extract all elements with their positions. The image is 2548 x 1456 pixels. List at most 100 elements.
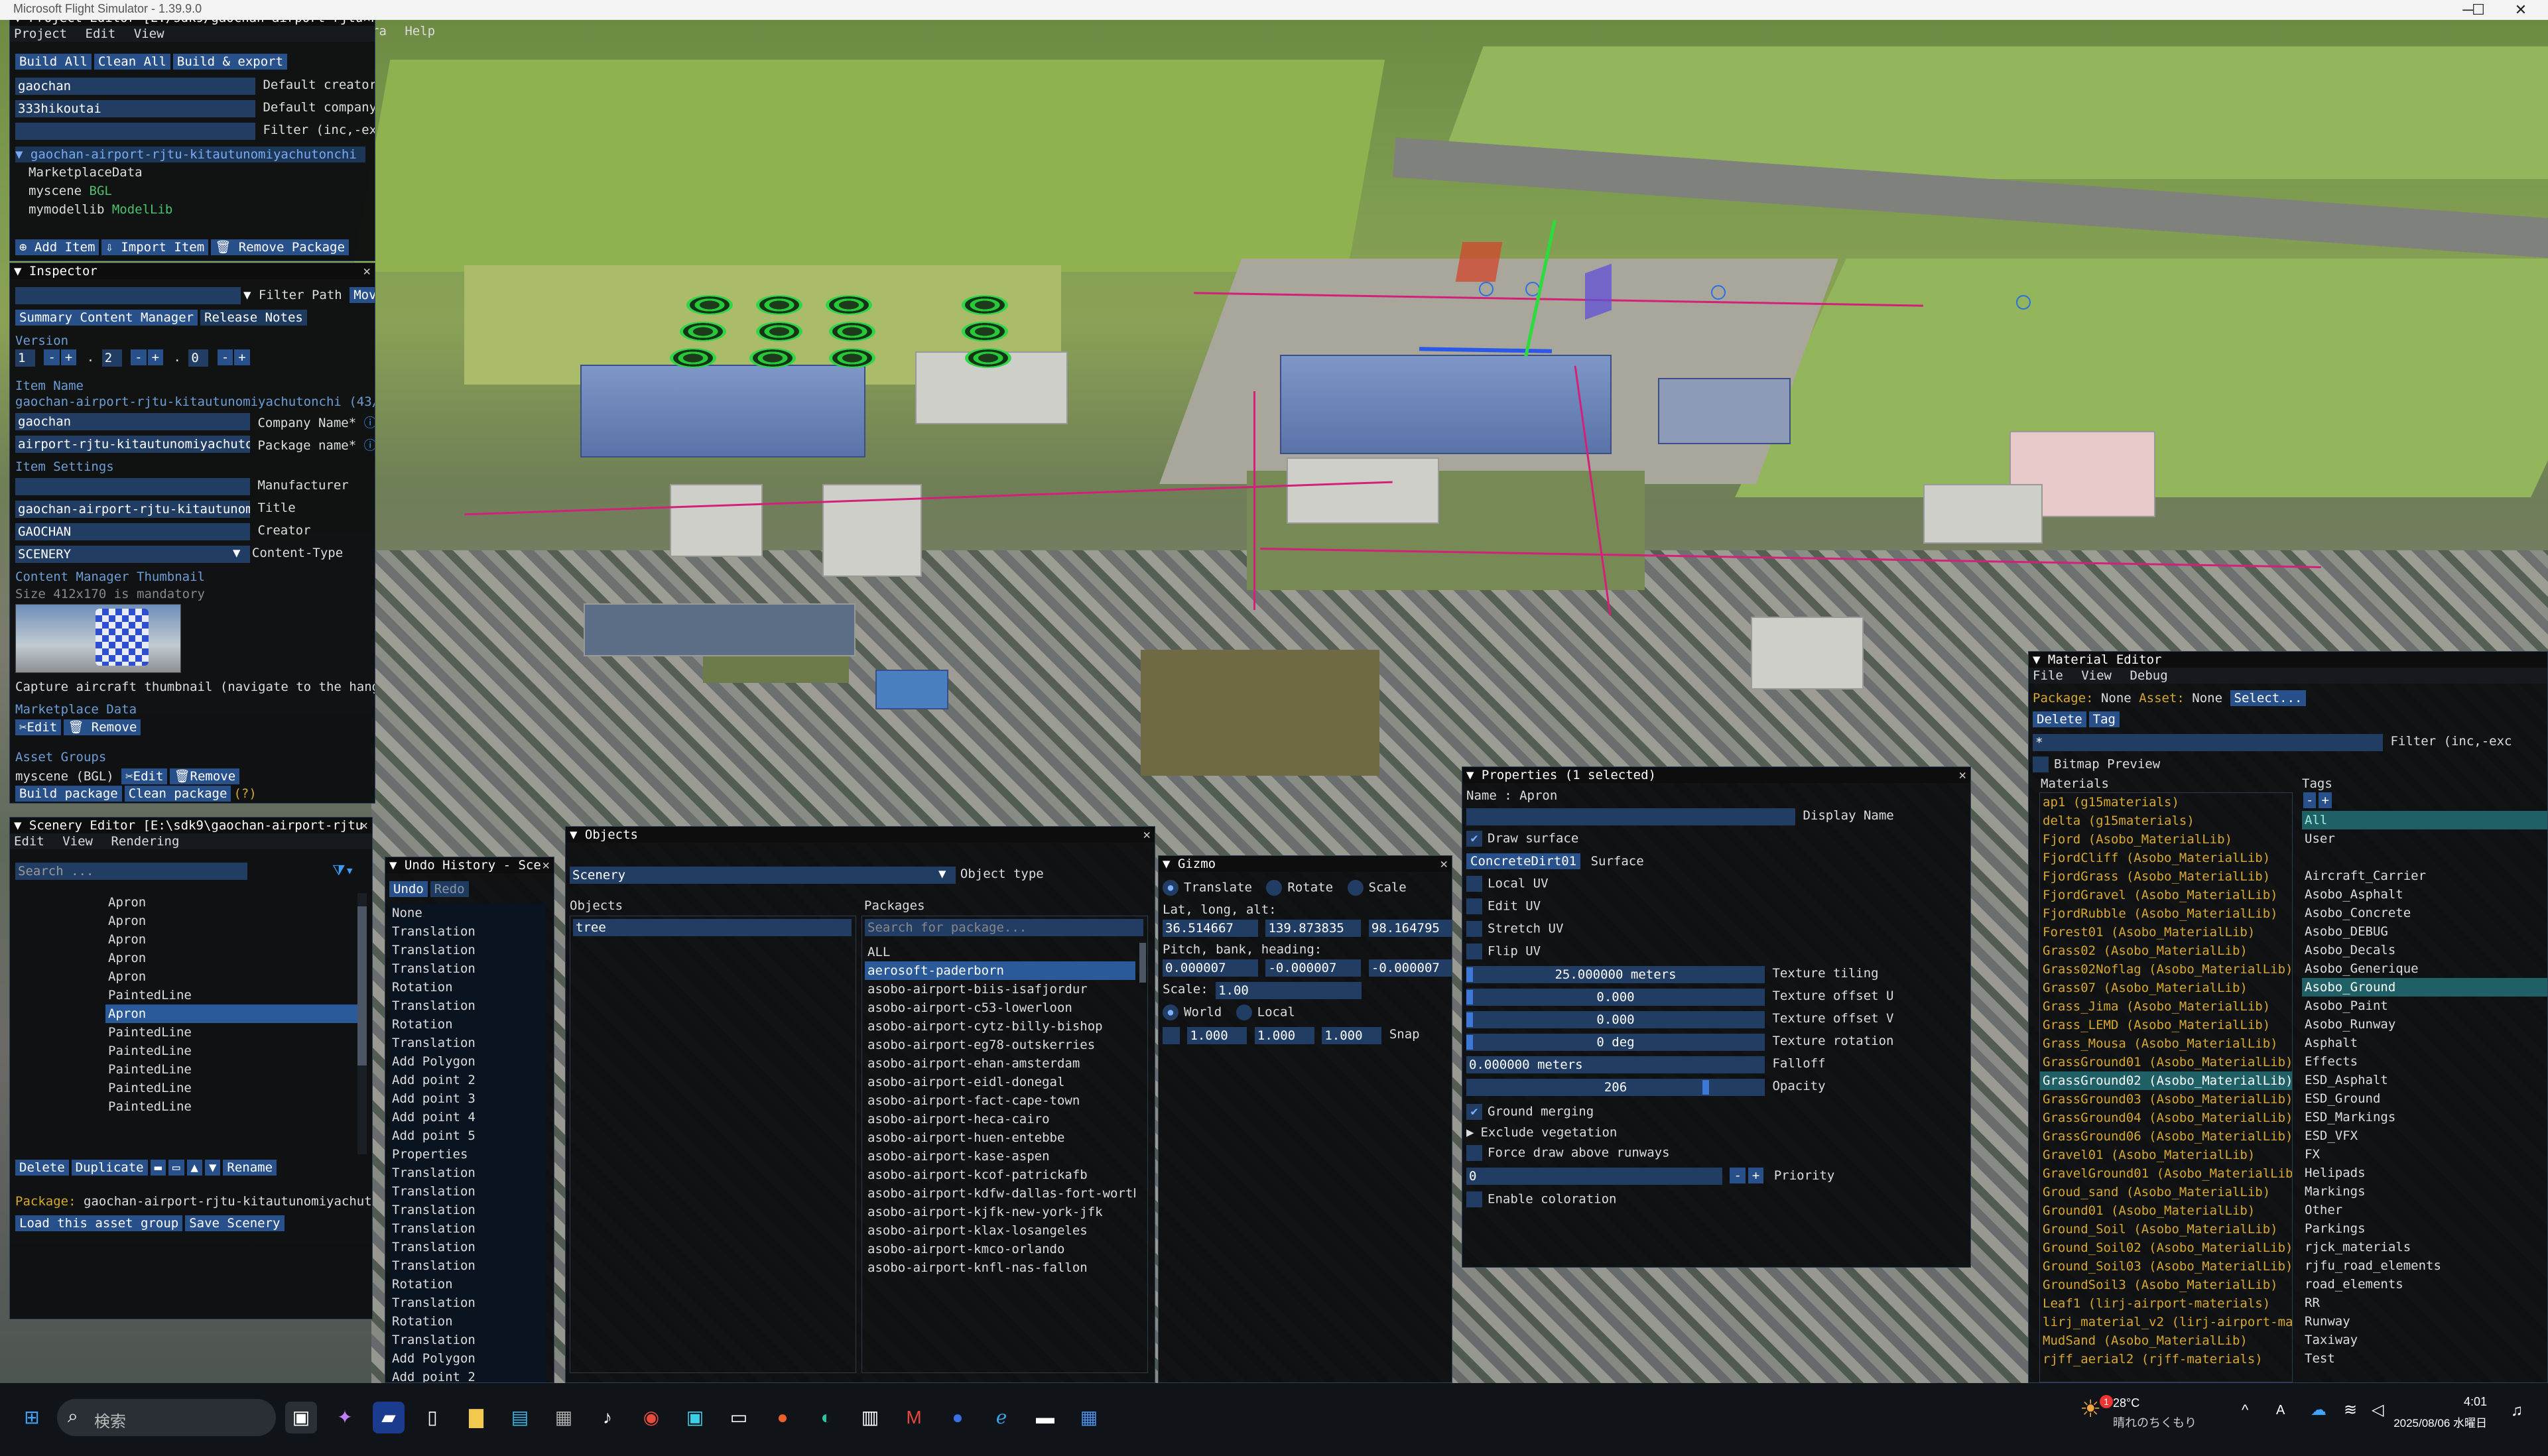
close-icon[interactable]: ✕ xyxy=(1440,856,1448,872)
list-item[interactable]: asobo-airport-cytz-billy-bishop xyxy=(865,1017,1135,1036)
menu-view[interactable]: View xyxy=(134,27,164,41)
slider-grab[interactable] xyxy=(1466,967,1473,982)
list-item[interactable]: FX xyxy=(2302,1145,2547,1164)
build-all-button[interactable]: Build All xyxy=(15,54,92,70)
list-item[interactable]: ESD_Asphalt xyxy=(2302,1071,2547,1089)
list-item[interactable]: rjfu_road_elements xyxy=(2302,1256,2547,1275)
task-view-icon[interactable]: ▣ xyxy=(285,1402,317,1433)
file-explorer-icon[interactable]: ▇ xyxy=(460,1402,492,1433)
local-radio[interactable] xyxy=(1236,1004,1252,1020)
priority-minus-button[interactable]: - xyxy=(1730,1168,1746,1183)
list-item[interactable]: FjordCliff (Asobo_MaterialLib) xyxy=(2040,849,2292,867)
list-item[interactable]: Groud_sand (Asobo_MaterialLib) xyxy=(2040,1183,2292,1201)
list-item[interactable]: Add Polygon xyxy=(389,1052,546,1071)
list-item[interactable]: Grass_Mousa (Asobo_MaterialLib) xyxy=(2040,1034,2292,1053)
content-type-select[interactable]: SCENERY xyxy=(15,546,250,563)
object-type-select[interactable]: Scenery xyxy=(570,867,956,884)
folder-icon[interactable]: ▬ xyxy=(150,1160,166,1176)
title-field[interactable]: gaochan-airport-rjtu-kitautunomi xyxy=(15,501,250,518)
polygon-vertex-marker[interactable] xyxy=(1711,285,1726,300)
clean-all-button[interactable]: Clean All xyxy=(94,54,170,70)
list-item[interactable]: Ground_Soil03 (Asobo_MaterialLib) xyxy=(2040,1257,2292,1276)
list-item[interactable]: Apron xyxy=(15,893,360,912)
list-item[interactable]: asobo-airport-huen-entebbe xyxy=(865,1128,1135,1147)
snap-x-field[interactable]: 1.000 xyxy=(1187,1027,1247,1044)
close-icon[interactable]: ✕ xyxy=(1959,767,1966,783)
list-item[interactable]: Asobo_Asphalt xyxy=(2302,885,2547,904)
slider-grab[interactable] xyxy=(1466,1035,1473,1050)
list-item[interactable]: asobo-airport-kmco-orlando xyxy=(865,1240,1135,1258)
list-item[interactable]: Aircraft_Carrier xyxy=(2302,867,2547,885)
list-item[interactable]: All xyxy=(2302,811,2547,829)
list-item[interactable]: RR xyxy=(2302,1294,2547,1312)
scrollbar-thumb[interactable] xyxy=(357,906,367,1065)
list-item[interactable] xyxy=(2302,848,2547,867)
list-item[interactable]: MudSand (Asobo_MaterialLib) xyxy=(2040,1331,2292,1350)
slider-grab[interactable] xyxy=(1702,1080,1710,1095)
list-item[interactable]: Runway xyxy=(2302,1312,2547,1331)
list-item[interactable]: GrassGround01 (Asobo_MaterialLib) xyxy=(2040,1053,2292,1071)
taskbar-search[interactable]: ⌕ 検索 xyxy=(57,1399,276,1436)
menu-debug[interactable]: Debug xyxy=(2130,668,2167,683)
folder-open-icon[interactable]: ▭ xyxy=(168,1160,184,1176)
list-item[interactable]: GravelGround01 (Asobo_MaterialLib xyxy=(2040,1164,2292,1183)
list-item[interactable]: Add point 2 xyxy=(389,1368,546,1382)
list-item[interactable]: PaintedLine xyxy=(15,1060,360,1079)
ime-indicator[interactable]: A xyxy=(2276,1403,2285,1418)
list-item[interactable]: Parkings xyxy=(2302,1219,2547,1238)
exclude-vegetation-label[interactable]: Exclude vegetation xyxy=(1480,1125,1617,1140)
chrome-icon[interactable]: ◉ xyxy=(635,1402,667,1433)
close-icon[interactable]: ✕ xyxy=(363,263,371,279)
list-item[interactable]: Asobo_Decals xyxy=(2302,941,2547,959)
list-item[interactable]: Grass_LEMD (Asobo_MaterialLib) xyxy=(2040,1016,2292,1034)
list-item[interactable]: Forest01 (Asobo_MaterialLib) xyxy=(2040,923,2292,941)
list-item[interactable]: rjff_aerial2 (rjff-materials) xyxy=(2040,1350,2292,1368)
tree-item[interactable]: mymodellib ModelLib xyxy=(29,202,172,217)
list-item[interactable]: ap1 (g15materials) xyxy=(2040,793,2292,812)
windows-start-icon[interactable]: ⊞ xyxy=(16,1402,48,1433)
list-item[interactable]: Asphalt xyxy=(2302,1034,2547,1052)
draw-surface-checkbox[interactable]: ✔ xyxy=(1466,831,1482,847)
list-item[interactable]: asobo-airport-knfl-nas-fallon xyxy=(865,1258,1135,1277)
list-item[interactable]: Add point 5 xyxy=(389,1126,546,1145)
list-item[interactable]: Translation xyxy=(389,922,546,941)
list-item[interactable]: asobo-airport-kase-aspen xyxy=(865,1147,1135,1166)
menu-view[interactable]: View xyxy=(2081,668,2112,683)
gizmo-plane-handle[interactable] xyxy=(1585,263,1612,320)
list-item[interactable]: asobo-airport-heca-cairo xyxy=(865,1110,1135,1128)
build-export-button[interactable]: Build & export xyxy=(172,54,288,70)
powerpoint-icon[interactable]: ● xyxy=(767,1402,798,1433)
marketplace-edit-button[interactable]: ✂Edit xyxy=(15,719,62,735)
music-icon[interactable]: ♪ xyxy=(592,1402,623,1433)
list-item[interactable]: GrassGround06 (Asobo_MaterialLib) xyxy=(2040,1127,2292,1146)
tab-summary[interactable]: Summary Content Manager xyxy=(15,310,198,326)
company-name-field[interactable]: gaochan xyxy=(15,413,250,430)
maximize-button[interactable]: ☐ xyxy=(2458,0,2499,20)
list-item[interactable]: Translation xyxy=(389,1331,546,1349)
list-item[interactable]: Ground01 (Asobo_MaterialLib) xyxy=(2040,1201,2292,1220)
marketplace-remove-button[interactable]: 🗑 Remove xyxy=(64,719,141,735)
close-icon[interactable]: ✕ xyxy=(542,857,550,873)
list-item[interactable]: Add point 4 xyxy=(389,1108,546,1126)
list-item[interactable]: asobo-airport-ehan-amsterdam xyxy=(865,1054,1135,1073)
list-item[interactable]: delta (g15materials) xyxy=(2040,812,2292,830)
list-item-selected[interactable]: Asobo_Ground xyxy=(2302,978,2547,997)
inspector-title[interactable]: ▼ Inspector ✕ xyxy=(10,263,375,279)
list-item[interactable]: Translation xyxy=(389,1201,546,1219)
snap-toggle[interactable] xyxy=(1163,1027,1180,1044)
version-patch[interactable]: 0 xyxy=(188,349,209,367)
ground-merging-checkbox[interactable]: ✔ xyxy=(1466,1104,1482,1120)
build-package-button[interactable]: Build package xyxy=(15,786,122,802)
altitude-field[interactable]: 98.164795 xyxy=(1368,920,1452,937)
list-item[interactable]: Helipads xyxy=(2302,1164,2547,1182)
list-item[interactable]: PaintedLine xyxy=(15,1023,360,1042)
cmd-icon[interactable]: ▬ xyxy=(1029,1402,1061,1433)
scale-field[interactable]: 1.00 xyxy=(1216,982,1362,999)
terminal-icon[interactable]: ▣ xyxy=(679,1402,711,1433)
duplicate-button[interactable]: Duplicate xyxy=(71,1160,148,1176)
notepad-icon[interactable]: ▤ xyxy=(504,1402,536,1433)
list-item[interactable]: Asobo_DEBUG xyxy=(2302,922,2547,941)
version-minor-plus[interactable]: + xyxy=(147,349,164,365)
tag-button[interactable]: Tag xyxy=(2088,711,2120,727)
scenery-search-input[interactable]: Search ... xyxy=(15,863,247,880)
